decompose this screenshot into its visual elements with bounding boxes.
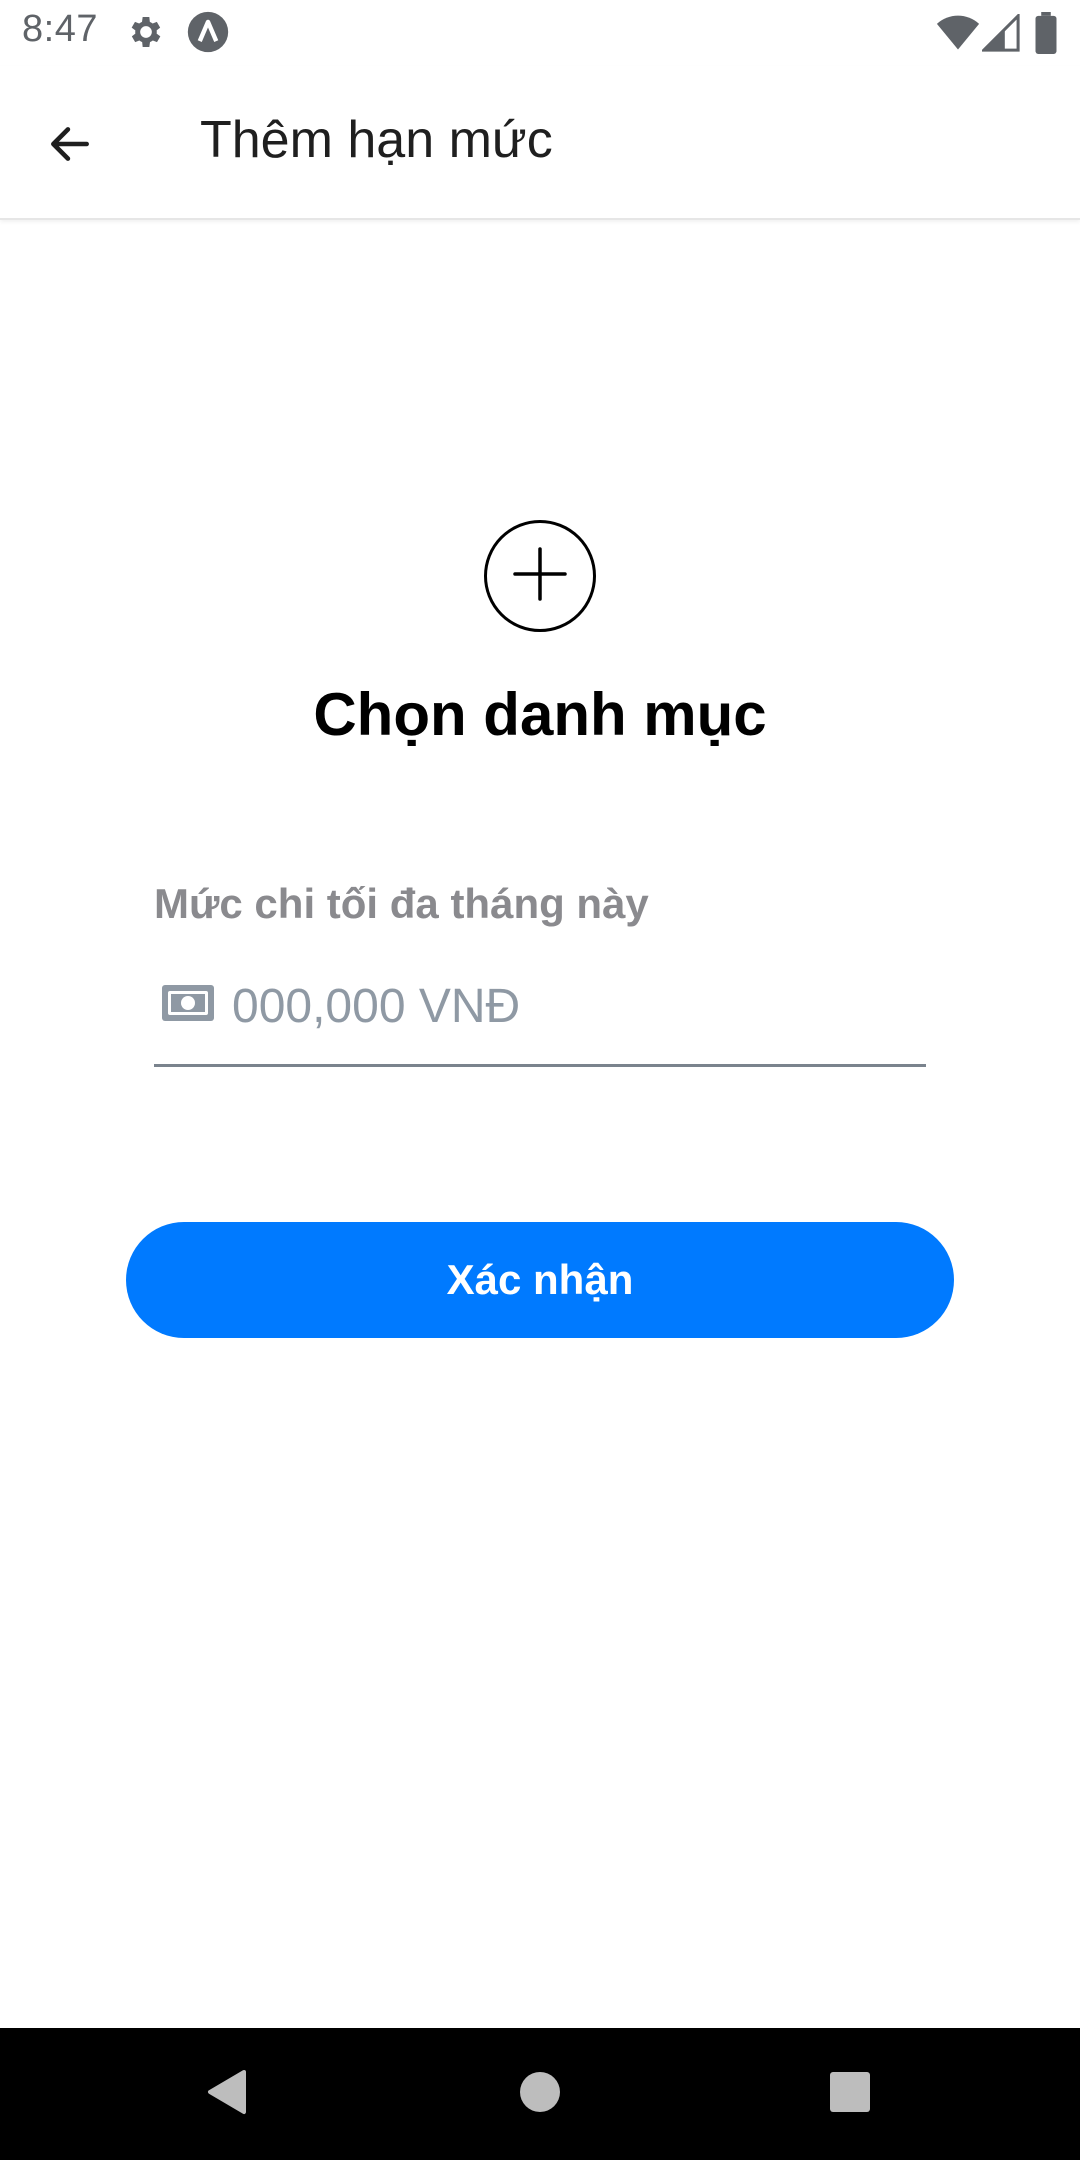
battery-icon bbox=[1034, 12, 1058, 59]
system-nav-bar bbox=[0, 2028, 1080, 2160]
amount-input[interactable] bbox=[232, 971, 912, 1041]
nav-recents-button[interactable] bbox=[820, 2064, 880, 2124]
screen: 8:47 Thêm hạn mức Chọn danh mục Mức chi … bbox=[0, 0, 1080, 2160]
arrow-back-icon bbox=[45, 119, 95, 174]
nav-home-button[interactable] bbox=[510, 2064, 570, 2124]
confirm-button[interactable]: Xác nhận bbox=[126, 1222, 954, 1338]
nav-back-button[interactable] bbox=[196, 2064, 256, 2124]
choose-category-label[interactable]: Chọn danh mục bbox=[0, 680, 1080, 749]
back-button[interactable] bbox=[30, 106, 110, 186]
app-bar: Thêm hạn mức bbox=[0, 66, 1080, 220]
status-time: 8:47 bbox=[22, 8, 98, 50]
status-bar: 8:47 bbox=[0, 0, 1080, 66]
settings-icon bbox=[126, 12, 166, 57]
amount-field-label: Mức chi tối đa tháng này bbox=[154, 880, 649, 927]
wifi-icon bbox=[936, 14, 980, 57]
signal-icon bbox=[980, 12, 1020, 57]
add-circle-icon bbox=[510, 544, 570, 609]
page-title: Thêm hạn mức bbox=[200, 111, 553, 169]
nav-back-icon bbox=[204, 2068, 248, 2121]
nav-home-icon bbox=[518, 2070, 562, 2119]
add-category-button[interactable] bbox=[484, 520, 596, 632]
app-notification-icon bbox=[186, 10, 230, 59]
nav-recents-icon bbox=[828, 2070, 872, 2119]
amount-field[interactable] bbox=[154, 955, 926, 1067]
money-icon bbox=[162, 985, 214, 1026]
